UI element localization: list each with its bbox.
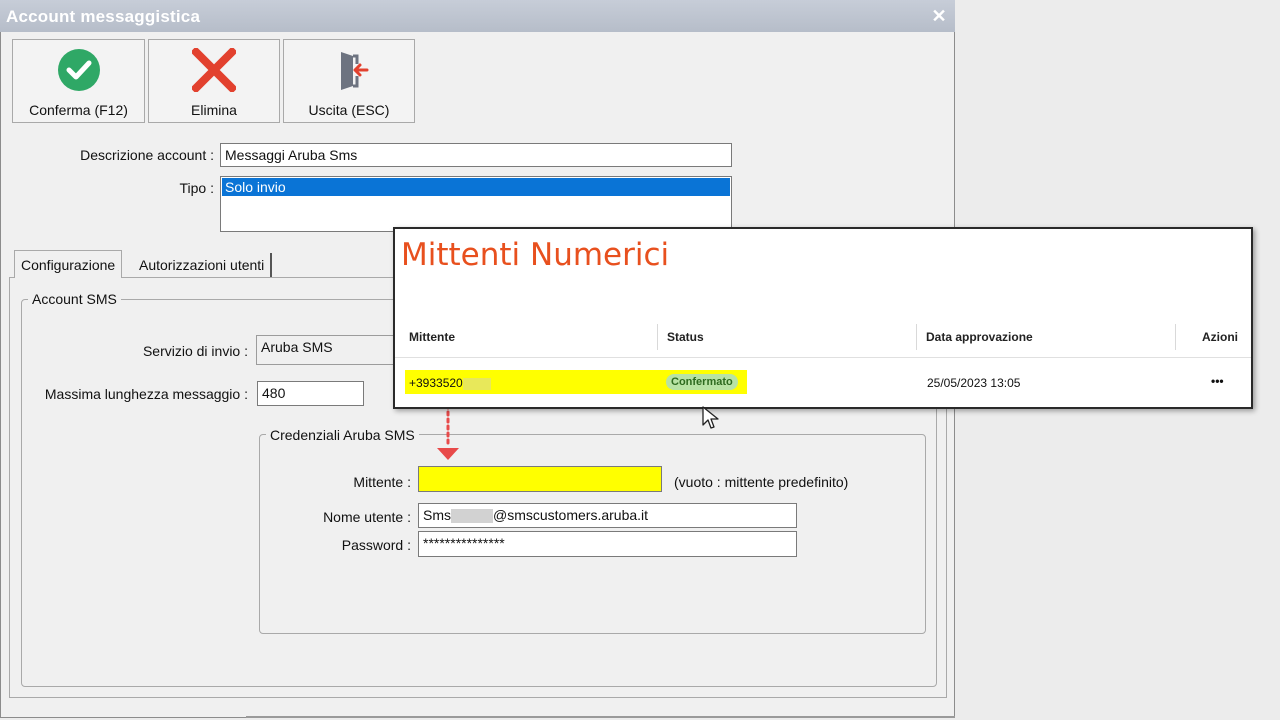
redacted-block [451,509,493,524]
status-badge: Confermato [666,374,738,390]
sender-input[interactable] [418,466,662,492]
column-header-status: Status [667,330,704,344]
panel-title: Mittenti Numerici [401,237,670,273]
type-listbox[interactable]: Solo invio [220,176,732,232]
exit-button[interactable]: Uscita (ESC) [283,39,415,123]
password-input[interactable]: *************** [418,531,797,557]
username-prefix: Sms [423,507,451,523]
sender-numbers-panel: Mittenti Numerici Mittente Status Data a… [393,227,1253,409]
column-divider [916,324,917,350]
description-label: Descrizione account : [80,147,214,163]
type-label: Tipo : [179,180,215,196]
max-length-label: Massima lunghezza messaggio : [44,386,248,402]
row-actions-menu[interactable]: ••• [1211,374,1224,388]
delete-button[interactable]: Elimina [148,39,280,123]
column-header-data-approvazione: Data approvazione [926,330,1033,344]
tab-autorizzazioni-utenti[interactable]: Autorizzazioni utenti [133,253,273,277]
sender-label: Mittente : [353,474,411,490]
check-circle-icon [57,49,100,91]
column-divider [657,324,658,350]
delete-x-icon [192,48,236,92]
sender-hint: (vuoto : mittente predefinito) [674,474,849,490]
sender-number: +3933520 [409,376,491,390]
exit-button-label: Uscita (ESC) [308,102,390,118]
exit-door-icon [341,52,369,90]
column-header-mittente: Mittente [409,330,455,344]
status-strip [246,716,955,718]
service-select[interactable]: Aruba SMS [256,335,396,365]
mouse-cursor-icon [702,406,719,429]
username-label: Nome utente : [323,509,411,525]
password-label: Password : [341,537,411,553]
credentials-group-title: Credenziali Aruba SMS [266,427,419,443]
tab-configurazione[interactable]: Configurazione [14,250,123,278]
title-bar: Account messaggistica ✕ [0,0,955,32]
service-label: Servizio di invio : [142,343,248,359]
confirm-button-label: Conferma (F12) [29,102,128,118]
column-divider [1175,324,1176,350]
confirm-button[interactable]: Conferma (F12) [12,39,145,123]
header-divider [395,357,1251,358]
window-title: Account messaggistica [6,7,201,26]
approval-date: 25/05/2023 13:05 [927,376,1021,390]
account-sms-group-title: Account SMS [28,291,121,307]
close-button[interactable]: ✕ [928,5,950,27]
delete-button-label: Elimina [191,102,237,118]
description-input[interactable]: Messaggi Aruba Sms [220,143,732,167]
redacted-block [462,377,491,390]
type-option-selected[interactable]: Solo invio [222,178,730,196]
max-length-input[interactable]: 480 [257,381,364,406]
username-input[interactable]: Sms @smscustomers.aruba.it [418,503,797,528]
username-suffix: @smscustomers.aruba.it [493,507,649,523]
sender-number-text: +3933520 [409,376,463,390]
column-header-azioni: Azioni [1202,330,1238,344]
close-icon: ✕ [931,6,947,26]
